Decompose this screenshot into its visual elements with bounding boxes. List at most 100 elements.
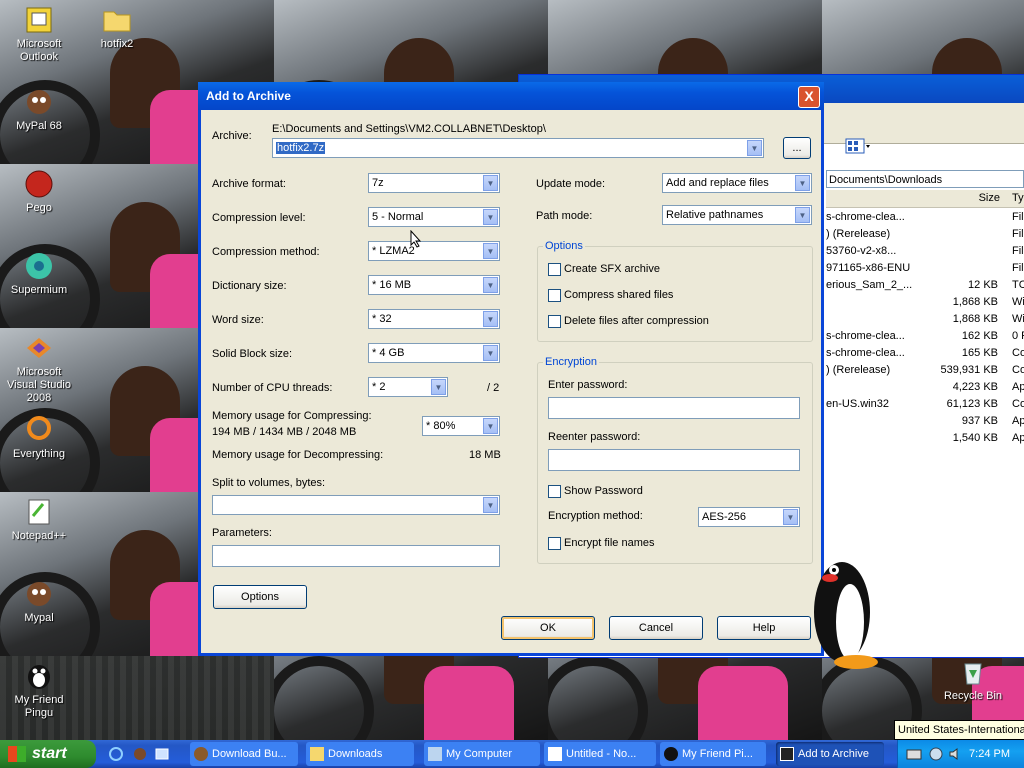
show-password-checkbox[interactable]: [548, 485, 561, 498]
table-row[interactable]: 1,540 KB Ap: [826, 430, 1024, 447]
column-type[interactable]: Ty: [1012, 192, 1024, 204]
table-row[interactable]: 53760-v2-x8... File: [826, 243, 1024, 260]
desktop-icon-visual-studio[interactable]: Microsoft Visual Studio 2008: [2, 332, 76, 405]
desktop-icon-outlook[interactable]: Microsoft Outlook: [2, 4, 76, 64]
archive-path: E:\Documents and Settings\VM2.COLLABNET\…: [272, 123, 546, 135]
network-icon[interactable]: [928, 746, 944, 762]
desktop-icon-pego[interactable]: Pego: [2, 168, 76, 215]
task-add-to-archive-button[interactable]: Add to Archive: [776, 742, 884, 766]
chevron-down-icon[interactable]: ▼: [483, 311, 498, 327]
help-button[interactable]: Help: [717, 616, 811, 640]
ok-button[interactable]: OK: [501, 616, 595, 640]
chevron-down-icon[interactable]: ▼: [483, 209, 498, 225]
enter-password-input[interactable]: [548, 397, 800, 419]
encrypt-names-checkbox[interactable]: [548, 537, 561, 550]
cancel-button[interactable]: Cancel: [609, 616, 703, 640]
chevron-down-icon[interactable]: ▼: [483, 418, 498, 434]
chevron-down-icon[interactable]: ▼: [483, 497, 498, 513]
desktop-icon-everything[interactable]: Everything: [2, 414, 76, 461]
encrypt-names-label[interactable]: Encrypt file names: [564, 537, 654, 549]
chevron-down-icon[interactable]: ▼: [747, 140, 762, 156]
start-button[interactable]: start: [0, 740, 96, 768]
desktop-icon-pingu[interactable]: My Friend Pingu: [2, 660, 76, 720]
desktop-icon-recycle-bin[interactable]: Recycle Bin: [936, 656, 1010, 703]
path-mode-combo[interactable]: Relative pathnames ▼: [662, 205, 812, 225]
memory-percent-combo[interactable]: * 80% ▼: [422, 416, 500, 436]
table-row[interactable]: 971165-x86-ENU File: [826, 260, 1024, 277]
task-download-button[interactable]: Download Bu...: [190, 742, 298, 766]
desktop-icon-label: My Friend Pingu: [14, 694, 64, 719]
reenter-password-input[interactable]: [548, 449, 800, 471]
task-label: My Computer: [446, 748, 513, 760]
column-size[interactable]: Size: [979, 192, 1000, 204]
delete-after-checkbox[interactable]: [548, 315, 561, 328]
task-notepad-button[interactable]: Untitled - No...: [544, 742, 656, 766]
volume-icon[interactable]: [948, 746, 964, 762]
browse-button[interactable]: ...: [783, 137, 811, 159]
task-downloads-button[interactable]: Downloads: [306, 742, 414, 766]
compress-shared-label[interactable]: Compress shared files: [564, 289, 673, 301]
show-password-label[interactable]: Show Password: [564, 485, 643, 497]
update-mode-combo[interactable]: Add and replace files ▼: [662, 173, 812, 193]
ie-icon[interactable]: [108, 746, 124, 762]
file-size: 1,540 KB: [952, 432, 998, 444]
desktop-icon-notepadpp[interactable]: Notepad++: [2, 496, 76, 543]
table-row[interactable]: s-chrome-clea... 165 KB Co: [826, 345, 1024, 362]
table-row[interactable]: 1,868 KB Wi: [826, 311, 1024, 328]
file-size: 61,123 KB: [946, 398, 998, 410]
desktop-icon-mypal68[interactable]: MyPal 68: [2, 86, 76, 133]
create-sfx-checkbox[interactable]: [548, 263, 561, 276]
archive-format-value: 7z: [372, 177, 384, 189]
file-type: Ap: [1012, 415, 1024, 427]
table-row[interactable]: 937 KB Ap: [826, 413, 1024, 430]
task-pingu-button[interactable]: My Friend Pi...: [660, 742, 766, 766]
solid-block-combo[interactable]: * 4 GB ▼: [368, 343, 500, 363]
options-button[interactable]: Options: [213, 585, 307, 609]
task-label: Downloads: [328, 748, 383, 760]
chevron-down-icon[interactable]: ▼: [483, 277, 498, 293]
desktop-icon-mypal[interactable]: Mypal: [2, 578, 76, 625]
word-size-combo[interactable]: * 32 ▼: [368, 309, 500, 329]
views-icon[interactable]: [845, 137, 871, 155]
create-sfx-label[interactable]: Create SFX archive: [564, 263, 660, 275]
table-row[interactable]: erious_Sam_2_... 12 KB TC: [826, 277, 1024, 294]
chevron-down-icon[interactable]: ▼: [783, 509, 798, 525]
show-desktop-icon[interactable]: [154, 746, 170, 762]
chevron-down-icon[interactable]: ▼: [795, 175, 810, 191]
memory-percent-value: * 80%: [426, 420, 456, 432]
mypal-quicklaunch-icon[interactable]: [132, 746, 148, 762]
clock[interactable]: 7:24 PM: [969, 740, 1010, 768]
compression-method-combo[interactable]: * LZMA2 ▼: [368, 241, 500, 261]
compress-shared-checkbox[interactable]: [548, 289, 561, 302]
table-row[interactable]: ) (Rerelease) File: [826, 226, 1024, 243]
compression-level-combo[interactable]: 5 - Normal ▼: [368, 207, 500, 227]
keyboard-icon[interactable]: [906, 747, 922, 761]
cpu-threads-combo[interactable]: * 2 ▼: [368, 377, 448, 397]
chevron-down-icon[interactable]: ▼: [483, 175, 498, 191]
desktop-icon-supermium[interactable]: Supermium: [2, 250, 76, 297]
table-row[interactable]: 4,223 KB Ap: [826, 379, 1024, 396]
explorer-address-bar[interactable]: Documents\Downloads: [826, 170, 1024, 188]
table-row[interactable]: ) (Rerelease) 539,931 KB Co: [826, 362, 1024, 379]
parameters-input[interactable]: [212, 545, 500, 567]
split-volumes-combo[interactable]: ▼: [212, 495, 500, 515]
table-row[interactable]: en-US.win32 61,123 KB Co: [826, 396, 1024, 413]
delete-after-label[interactable]: Delete files after compression: [564, 315, 709, 327]
close-button[interactable]: X: [798, 86, 820, 108]
folder-icon: [103, 11, 131, 32]
chevron-down-icon[interactable]: ▼: [483, 243, 498, 259]
table-row[interactable]: s-chrome-clea... 162 KB 0 F: [826, 328, 1024, 345]
table-row[interactable]: 1,868 KB Wi: [826, 294, 1024, 311]
encryption-method-combo[interactable]: AES-256 ▼: [698, 507, 800, 527]
task-my-computer-button[interactable]: My Computer: [424, 742, 540, 766]
table-row[interactable]: s-chrome-clea... File: [826, 209, 1024, 226]
archive-format-combo[interactable]: 7z ▼: [368, 173, 500, 193]
dictionary-size-combo[interactable]: * 16 MB ▼: [368, 275, 500, 295]
chevron-down-icon[interactable]: ▼: [795, 207, 810, 223]
archive-name-combo[interactable]: hotfix2.7z ▼: [272, 138, 764, 158]
chevron-down-icon[interactable]: ▼: [431, 379, 446, 395]
folder-icon: [310, 747, 324, 761]
desktop-icon-hotfix2[interactable]: hotfix2: [80, 4, 154, 51]
dialog-titlebar[interactable]: Add to Archive X: [198, 82, 824, 110]
chevron-down-icon[interactable]: ▼: [483, 345, 498, 361]
